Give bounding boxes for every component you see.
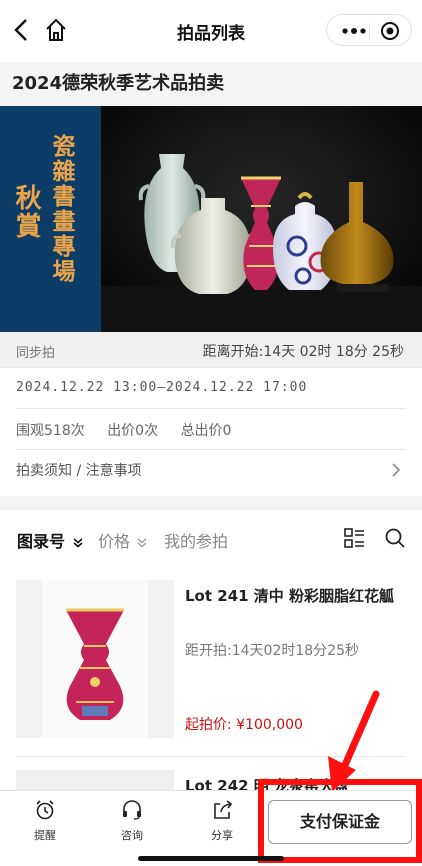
auction-banner[interactable]: 秋賞 瓷雜書畫專場 [0, 106, 422, 332]
share-label: 分享 [211, 829, 233, 842]
home-indicator [138, 856, 284, 861]
chevron-double-down-icon [73, 537, 83, 548]
lot-starting-price: 起拍价: ¥100,000 [185, 717, 303, 733]
red-highlight-box [258, 779, 422, 863]
chevron-double-down-icon [137, 537, 147, 547]
remind-button[interactable]: 提醒 [23, 799, 67, 843]
auction-notice-row[interactable]: 拍卖须知 / 注意事项 [16, 456, 406, 486]
auction-status-strip: 同步拍 距离开始:14天 02时 18分 25秒 [0, 332, 422, 368]
consult-label: 咨询 [121, 829, 143, 842]
share-button[interactable]: 分享 [200, 799, 244, 843]
divider [16, 449, 406, 450]
mini-program-capsule [326, 14, 412, 46]
lot-countdown: 距开拍:14天02时18分25秒 [185, 643, 359, 659]
auction-countdown: 距离开始:14天 02时 18分 25秒 [202, 344, 404, 360]
alarm-clock-icon [36, 800, 54, 820]
share-icon [214, 800, 233, 819]
total-bid: 总出价0 [180, 423, 232, 439]
navigation-bar: 拍品列表 [0, 0, 422, 62]
filter-catalog-number[interactable]: 图录号 [17, 528, 83, 552]
list-view-icon[interactable] [343, 527, 365, 549]
search-icon[interactable] [384, 527, 406, 549]
views-count: 围观518次 [16, 423, 85, 439]
filter-price[interactable]: 价格 [98, 528, 147, 552]
banner-line1: 秋賞 [11, 184, 41, 240]
consult-button[interactable]: 咨询 [110, 799, 154, 843]
filter-my-bids[interactable]: 我的参拍 [164, 528, 228, 552]
divider [16, 408, 406, 409]
filter-catalog-label: 图录号 [17, 532, 66, 551]
banner-porcelain-image [101, 106, 422, 332]
chevron-right-icon [392, 463, 401, 477]
filter-price-label: 价格 [98, 532, 131, 551]
bids-count: 出价0次 [107, 423, 159, 439]
auction-header: 2024德荣秋季艺术品拍卖 [0, 62, 422, 106]
capsule-divider [369, 23, 370, 39]
section-separator [0, 496, 422, 510]
close-mini-program-icon[interactable] [380, 21, 400, 41]
famille-rose-gu-image [66, 608, 124, 720]
sync-auction-label: 同步拍 [16, 346, 56, 361]
auction-stats: 围观518次 出价0次 总出价0 [16, 420, 249, 440]
banner-title-panel: 秋賞 瓷雜書畫專場 [0, 106, 101, 332]
banner-line2: 瓷雜書畫專場 [48, 134, 75, 284]
headset-icon [123, 800, 141, 820]
remind-label: 提醒 [34, 829, 56, 842]
lot-title: Lot 241 清中 粉彩胭脂红花觚 [185, 587, 395, 605]
filter-bar: 图录号 价格 我的参拍 [0, 518, 422, 558]
more-icon[interactable] [342, 28, 366, 34]
lot-thumbnail [16, 580, 174, 738]
auction-title: 2024德荣秋季艺术品拍卖 [12, 73, 225, 94]
auction-date-range: 2024.12.22 13:00—2024.12.22 17:00 [16, 380, 308, 395]
auction-notice-label: 拍卖须知 / 注意事项 [16, 463, 142, 479]
